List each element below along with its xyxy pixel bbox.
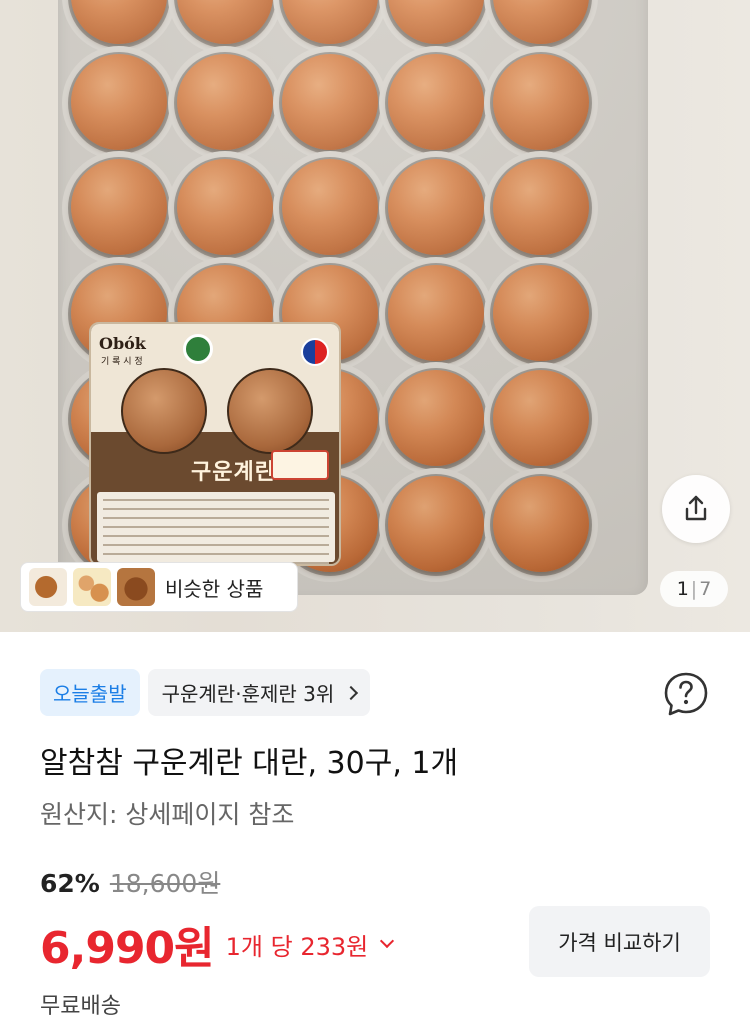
egg	[282, 0, 378, 44]
egg	[282, 53, 378, 150]
egg	[387, 0, 484, 44]
tray-cell	[384, 368, 487, 470]
pack-egg	[121, 368, 207, 454]
egg	[493, 264, 589, 361]
egg	[176, 159, 273, 255]
pack-brand: Obók	[99, 334, 146, 353]
korea-flag-icon	[301, 338, 329, 366]
egg	[176, 0, 273, 44]
share-button[interactable]	[662, 475, 730, 543]
egg	[387, 475, 484, 572]
tray-cell	[173, 157, 276, 259]
chevron-right-icon	[344, 685, 359, 700]
product-origin: 원산지: 상세페이지 참조	[40, 800, 295, 829]
product-title: 알참참 구운계란 대란, 30구, 1개	[40, 746, 459, 781]
ranking-label: 구운계란·훈제란 3위	[161, 682, 335, 706]
pack-fine-print	[97, 492, 335, 564]
egg	[282, 159, 378, 255]
egg	[493, 475, 589, 572]
tray-cell	[384, 0, 487, 48]
egg	[176, 53, 273, 150]
ranking-badge[interactable]: 구운계란·훈제란 3위	[147, 669, 371, 716]
egg	[493, 159, 589, 255]
similar-thumb	[117, 568, 155, 606]
egg	[493, 0, 589, 44]
delivery-badge: 오늘출발	[40, 669, 140, 716]
tray-cell	[384, 157, 487, 259]
egg	[71, 0, 167, 44]
image-total: 7	[699, 578, 712, 600]
egg	[493, 53, 589, 150]
unit-price-toggle[interactable]: 1개 당 233원	[226, 927, 369, 962]
product-label: Obók 기 록 시 정 구운계란	[89, 322, 341, 566]
tray-cell	[68, 0, 170, 48]
tray-cell	[490, 262, 592, 365]
tray-cell	[490, 51, 592, 154]
shipping-label: 무료배송	[40, 994, 121, 1019]
tray-cell	[490, 157, 592, 259]
tray-cell	[490, 368, 592, 470]
tray-cell	[68, 51, 170, 154]
tray-cell	[173, 51, 276, 154]
egg	[71, 159, 167, 255]
tray-cell	[279, 51, 381, 154]
image-counter: 1 | 7	[660, 571, 728, 607]
tray-cell	[490, 0, 592, 48]
product-image[interactable]: Obók 기 록 시 정 구운계란 1 | 7 비슷한 상품	[0, 0, 750, 632]
tray-cell	[68, 157, 170, 259]
price-row: 6,990원 1개 당 233원	[40, 912, 395, 976]
tray-cell	[384, 262, 487, 365]
tray-cell	[490, 473, 592, 576]
question-icon[interactable]	[662, 670, 710, 718]
share-icon	[685, 495, 707, 521]
egg	[387, 159, 484, 255]
egg	[387, 53, 484, 150]
tray-cell	[173, 0, 276, 48]
tray-cell	[279, 0, 381, 48]
compare-price-button[interactable]: 가격 비교하기	[529, 906, 710, 977]
image-separator: |	[690, 578, 698, 600]
discount-rate: 62%	[40, 869, 100, 898]
pack-title: 구운계란	[191, 460, 276, 485]
original-price: 18,600원	[109, 869, 221, 898]
sale-price: 6,990원	[40, 923, 215, 974]
egg	[493, 370, 589, 466]
similar-thumb	[29, 568, 67, 606]
pack-badge	[271, 450, 329, 480]
tray-cell	[279, 157, 381, 259]
egg	[71, 53, 167, 150]
similar-products-label: 비슷한 상품	[165, 576, 264, 601]
discount-row: 62% 18,600원	[40, 864, 220, 900]
tray-cell	[384, 473, 487, 576]
badge-row: 오늘출발 구운계란·훈제란 3위	[40, 669, 371, 716]
haccp-seal-icon	[183, 334, 213, 364]
chevron-down-icon[interactable]	[380, 933, 395, 949]
similar-thumb	[73, 568, 111, 606]
egg	[387, 370, 484, 466]
tray-cell	[384, 51, 487, 154]
image-current: 1	[676, 578, 689, 600]
pack-egg	[227, 368, 313, 454]
egg	[387, 264, 484, 361]
similar-products-button[interactable]: 비슷한 상품	[20, 562, 298, 612]
pack-brand-sub: 기 록 시 정	[101, 357, 143, 367]
